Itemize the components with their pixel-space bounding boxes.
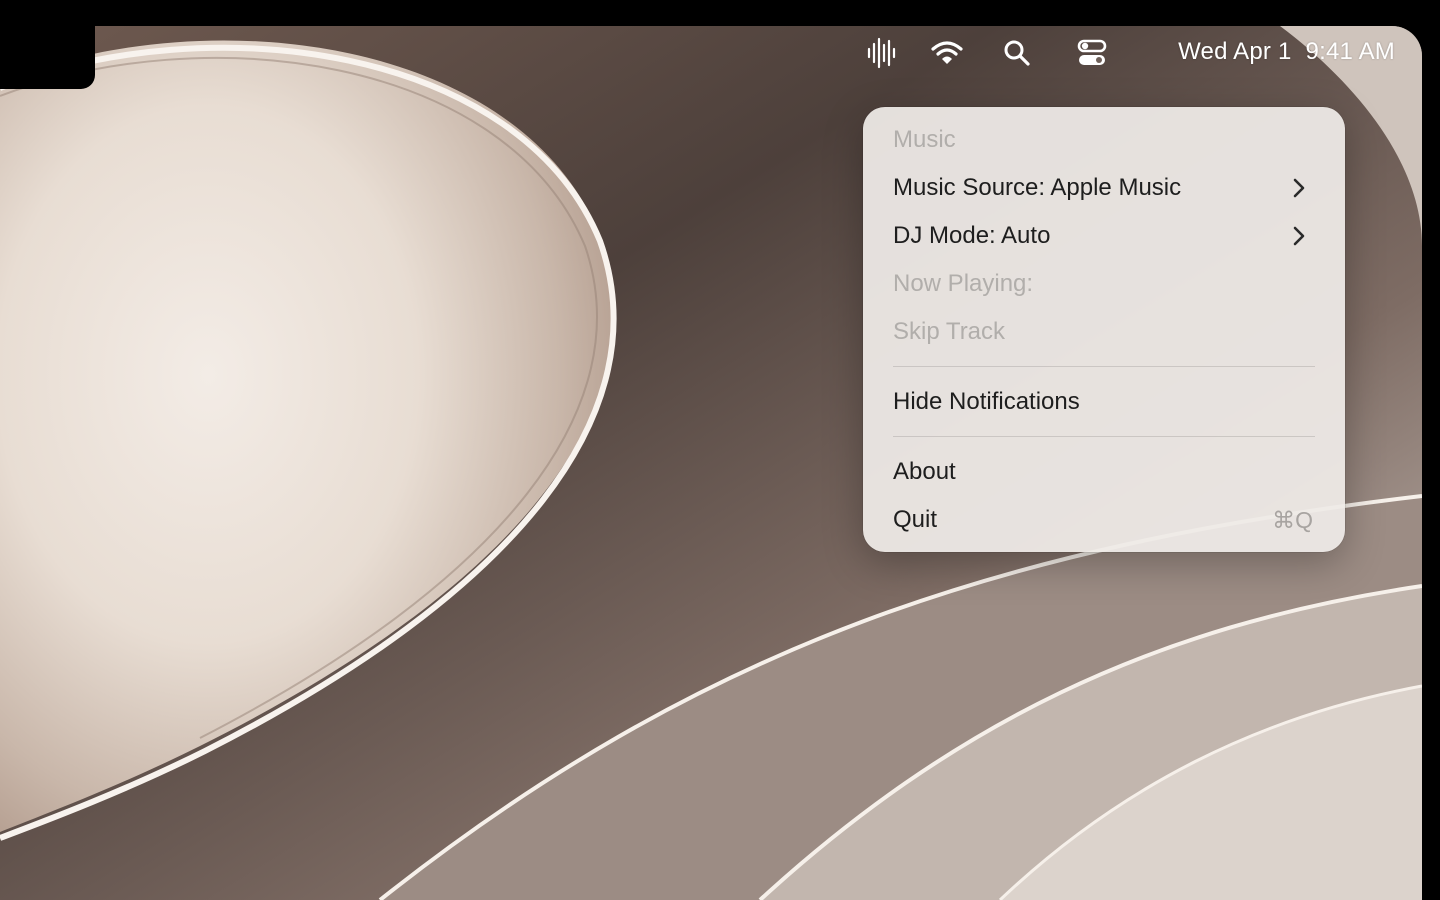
quit-shortcut: ⌘Q <box>1272 506 1313 533</box>
menu-separator <box>893 366 1315 367</box>
menu-item-label: Music Source: Apple Music <box>893 174 1182 201</box>
menu-item-label: DJ Mode: Auto <box>893 222 1051 249</box>
chevron-right-icon <box>1293 226 1305 246</box>
menu-item-label: Now Playing: <box>893 270 1034 297</box>
menu-item-label: Quit <box>893 506 938 533</box>
menu-item-about[interactable]: About <box>893 452 1315 492</box>
wifi-icon[interactable] <box>930 36 964 70</box>
menu-item-now-playing: Now Playing: <box>893 264 1315 304</box>
camera-notch <box>0 26 95 89</box>
chevron-right-icon <box>1293 178 1305 198</box>
menubar-time: 9:41 AM <box>1305 38 1395 65</box>
menu-item-quit[interactable]: Quit ⌘Q <box>893 500 1315 540</box>
app-dropdown-menu: Music Music Source: Apple Music DJ Mode:… <box>863 107 1345 552</box>
menubar-clock[interactable]: Wed Apr 1 9:41 AM <box>1178 38 1395 66</box>
menu-header-label: Music <box>893 126 956 153</box>
menubar-date: Wed Apr 1 <box>1178 38 1292 65</box>
menu-item-label: About <box>893 458 956 485</box>
menu-header-music: Music <box>893 120 1315 160</box>
menu-item-skip-track: Skip Track <box>893 312 1315 352</box>
menu-separator <box>893 436 1315 437</box>
menu-item-dj-mode[interactable]: DJ Mode: Auto <box>893 216 1315 256</box>
search-icon[interactable] <box>1000 36 1034 70</box>
menu-item-music-source[interactable]: Music Source: Apple Music <box>893 168 1315 208</box>
menu-item-hide-notifications[interactable]: Hide Notifications <box>893 382 1315 422</box>
control-center-icon[interactable] <box>1075 36 1109 70</box>
menu-item-label: Skip Track <box>893 318 1006 345</box>
waveform-icon[interactable] <box>864 36 898 70</box>
menu-item-label: Hide Notifications <box>893 388 1080 415</box>
